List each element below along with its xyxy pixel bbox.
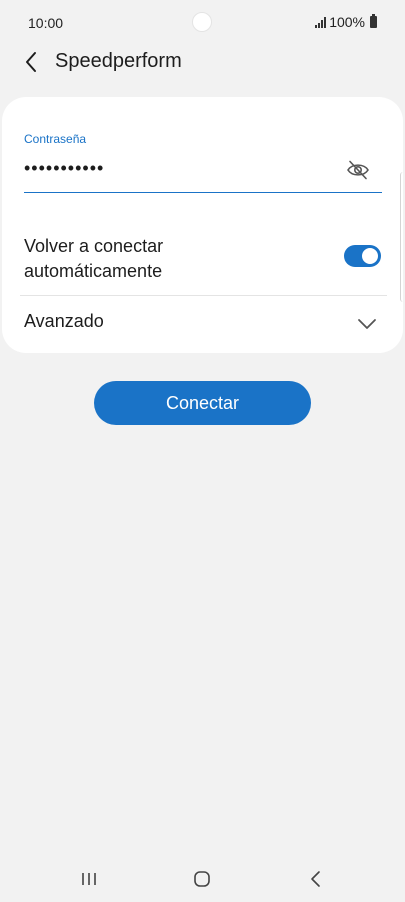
wifi-network-screen: 10:00 100% Speedperform Contraseña •••••… — [0, 0, 405, 902]
camera-cutout — [192, 12, 212, 32]
password-input[interactable]: ••••••••••• — [24, 159, 104, 177]
toggle-knob — [361, 247, 379, 265]
home-icon[interactable] — [193, 870, 211, 888]
header: Speedperform — [0, 44, 405, 80]
advanced-row[interactable]: Avanzado — [2, 296, 403, 353]
settings-card: Contraseña ••••••••••• Volver a conectar… — [2, 97, 403, 353]
advanced-label: Avanzado — [24, 311, 104, 331]
signal-icon — [315, 16, 327, 28]
password-label: Contraseña — [24, 132, 87, 146]
navigation-bar — [0, 858, 405, 902]
battery-icon — [370, 14, 377, 28]
scroll-indicator — [400, 172, 405, 302]
chevron-down-icon — [358, 319, 376, 329]
connect-button[interactable]: Conectar — [94, 381, 311, 425]
password-underline — [24, 192, 382, 193]
nav-back-icon[interactable] — [307, 870, 325, 888]
battery-percent: 100% — [329, 14, 365, 30]
page-title: Speedperform — [55, 50, 182, 72]
status-bar: 10:00 100% — [0, 0, 405, 46]
auto-reconnect-toggle[interactable] — [344, 245, 381, 267]
back-arrow-icon[interactable] — [20, 50, 44, 74]
status-right: 100% — [315, 14, 377, 30]
recents-icon[interactable] — [80, 870, 98, 888]
eye-off-icon[interactable] — [345, 159, 371, 181]
status-time: 10:00 — [28, 15, 64, 31]
auto-reconnect-label: Volver a conectar automáticamente — [24, 236, 164, 281]
